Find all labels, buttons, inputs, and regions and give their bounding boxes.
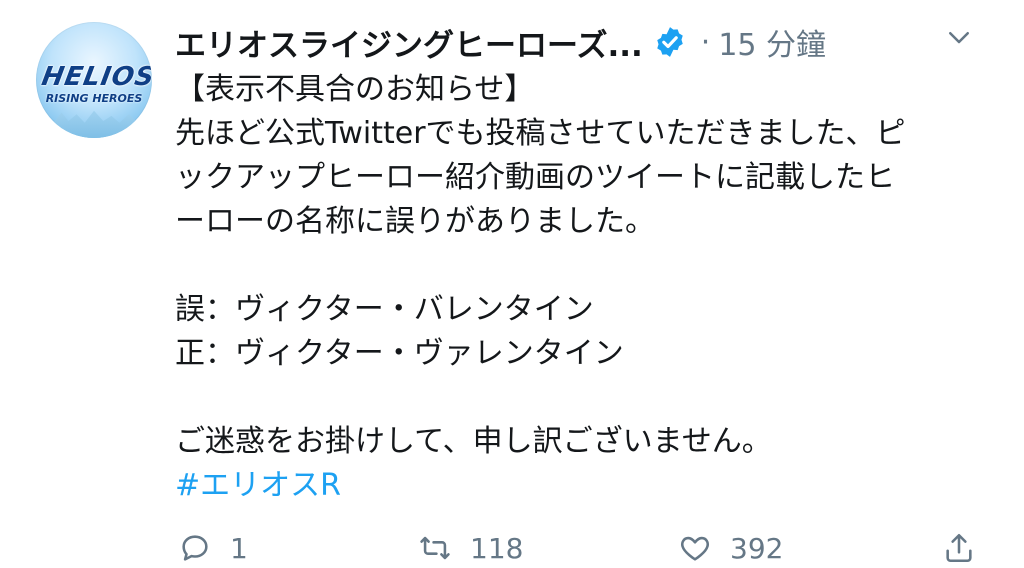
avatar-skyline — [36, 110, 152, 138]
hashtag-link[interactable]: #エリオスR — [175, 464, 975, 508]
tweet-separator: · — [700, 24, 711, 60]
tweet-line: 正：ヴィクター・ヴァレンタイン — [175, 336, 624, 371]
avatar-logo-text: HELIOS — [39, 62, 152, 92]
tweet-line: 【表示不具合のお知らせ】 — [175, 72, 535, 107]
like-icon — [681, 536, 709, 561]
tweet-actions: 1 118 392 — [170, 528, 1010, 568]
like-count: 392 — [730, 531, 784, 565]
retweet-count: 118 — [470, 531, 524, 565]
share-button[interactable] — [942, 528, 994, 568]
tweet-line: ーローの名称に誤りがありました。 — [175, 204, 655, 239]
tweet-timestamp[interactable]: 15 分鐘 — [718, 20, 826, 64]
retweet-icon — [420, 536, 450, 560]
reply-button[interactable]: 1 — [178, 528, 248, 568]
tweet-line: 誤：ヴィクター・バレンタイン — [175, 292, 594, 327]
reply-count: 1 — [230, 531, 248, 565]
verified-badge-icon — [657, 27, 683, 57]
share-icon — [946, 533, 972, 563]
tweet-line: 先ほど公式Twitterでも投稿させていただきました、ピ — [175, 116, 906, 151]
tweet-line: ックアップヒーロー紹介動画のツイートに記載したヒ — [175, 160, 895, 195]
tweet-line: ご迷惑をお掛けして、申し訳ございません。 — [175, 424, 772, 459]
display-name[interactable]: エリオスライジングヒーローズ... — [175, 20, 643, 65]
like-button[interactable]: 392 — [678, 528, 783, 568]
reply-icon — [182, 535, 208, 561]
tweet-header: エリオスライジングヒーローズ... · 15 分鐘 — [175, 18, 1004, 66]
avatar-logo-subtext: RISING HEROES — [45, 92, 143, 105]
avatar[interactable]: HELIOS RISING HEROES — [36, 22, 152, 138]
tweet-body: 【表示不具合のお知らせ】 先ほど公式Twitterでも投稿させていただきました、… — [175, 68, 975, 508]
retweet-button[interactable]: 118 — [418, 528, 523, 568]
chevron-down-icon[interactable] — [944, 22, 974, 52]
